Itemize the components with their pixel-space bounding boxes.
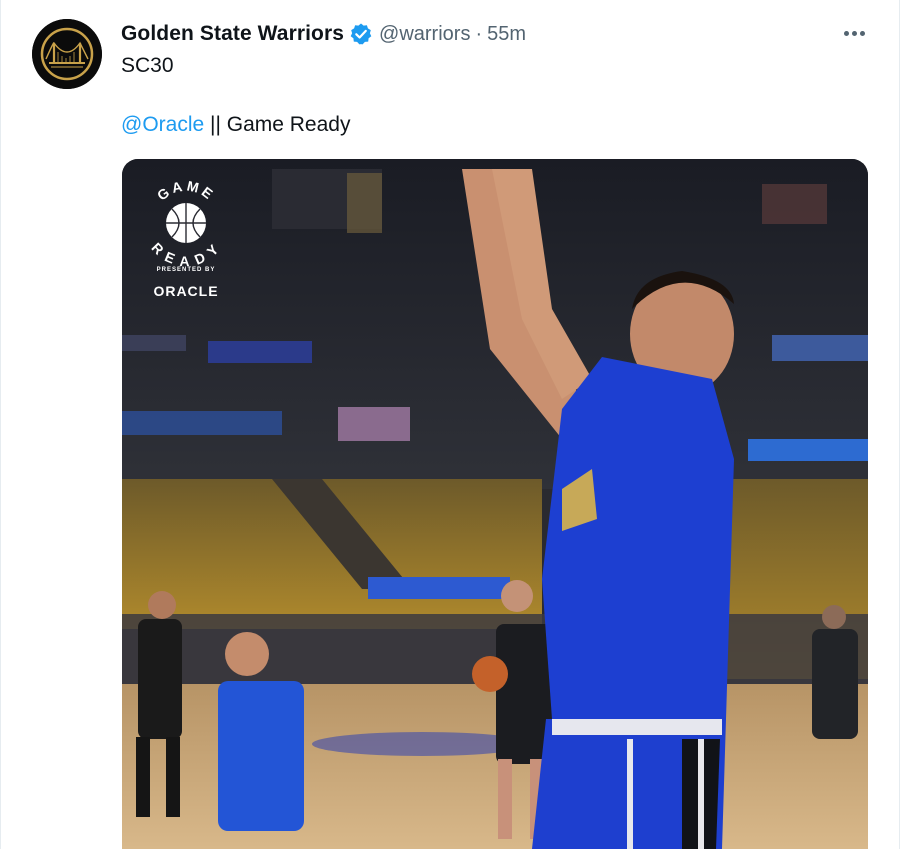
tweet-text-line1: SC30 xyxy=(121,54,174,77)
timestamp[interactable]: 55m xyxy=(487,23,526,46)
separator-dot: · xyxy=(475,22,483,45)
display-name[interactable]: Golden State Warriors xyxy=(121,22,344,46)
verified-badge-icon xyxy=(349,22,373,46)
avatar[interactable] xyxy=(32,19,102,89)
warriors-logo-icon xyxy=(32,19,102,89)
tweet-media-image[interactable]: GAME READY PRESENTED BY ORACLE xyxy=(122,159,868,849)
mention-link[interactable]: @Oracle xyxy=(121,113,204,136)
user-handle[interactable]: @warriors xyxy=(379,23,470,46)
game-ready-badge: GAME READY PRESENTED BY ORACLE xyxy=(136,173,236,299)
basketball-icon: GAME READY xyxy=(149,178,224,269)
tweet-text-rest: || Game Ready xyxy=(204,113,351,136)
tweet-card[interactable]: Golden State Warriors @warriors · 55m SC… xyxy=(0,0,900,849)
svg-text:GAME: GAME xyxy=(154,178,218,204)
badge-presented-by: PRESENTED BY xyxy=(156,267,216,273)
tweet-text-line2: @Oracle || Game Ready xyxy=(121,113,350,137)
tweet-header: Golden State Warriors @warriors · 55m xyxy=(121,20,526,48)
badge-sponsor-logo: ORACLE xyxy=(153,283,219,299)
svg-text:READY: READY xyxy=(149,239,224,269)
more-options-icon[interactable] xyxy=(839,20,869,46)
